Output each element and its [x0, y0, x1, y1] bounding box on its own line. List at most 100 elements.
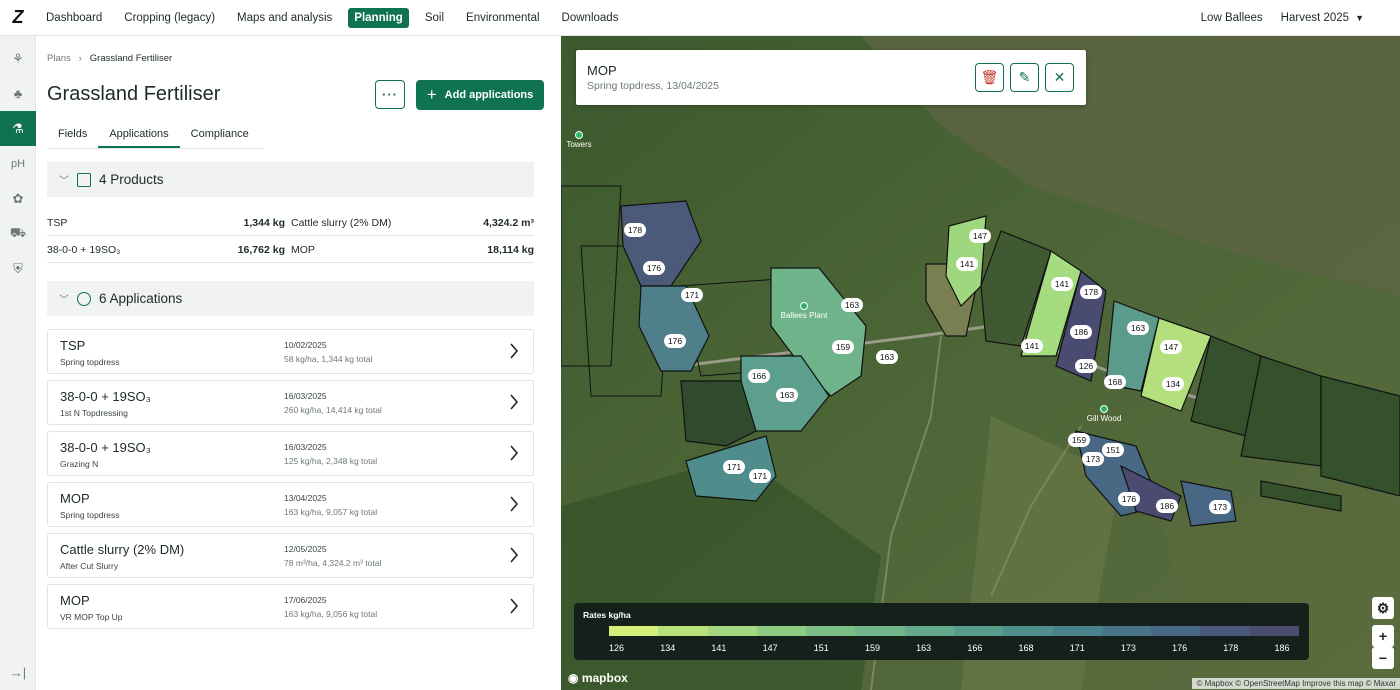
field-rate-label[interactable]: 171: [681, 288, 703, 302]
application-card[interactable]: TSP Spring topdress 10/02/2025 58 kg/ha, 1,…: [47, 329, 534, 374]
field-rate-label[interactable]: 176: [1118, 492, 1140, 506]
field-rate-label[interactable]: 141: [1021, 339, 1043, 353]
chevron-right-icon: [510, 343, 519, 359]
legend-swatch: [658, 626, 708, 636]
application-rate: 125 kg/ha, 2,348 kg total: [284, 456, 378, 466]
nav-item-cropping[interactable]: Cropping (legacy): [118, 8, 221, 28]
application-date: 17/06/2025: [284, 595, 327, 605]
edit-button[interactable]: ✎: [1010, 63, 1039, 92]
products-header[interactable]: ﹀ 4 Products: [47, 162, 534, 197]
svg-text:159: 159: [836, 342, 850, 352]
field-rate-label[interactable]: 141: [1051, 277, 1073, 291]
field-rate-label[interactable]: 134: [1162, 377, 1184, 391]
tab-compliance[interactable]: Compliance: [180, 124, 260, 148]
field-rate-label[interactable]: 163: [841, 298, 863, 312]
application-card[interactable]: Cattle slurry (2% DM) After Cut Slurry 12/…: [47, 533, 534, 578]
puzzle-icon[interactable]: ✿: [0, 181, 36, 216]
field-rate-label[interactable]: 163: [876, 350, 898, 364]
field-rate-label[interactable]: 168: [1104, 375, 1126, 389]
nav-item-soil[interactable]: Soil: [419, 8, 450, 28]
flask-icon[interactable]: ⚗: [0, 111, 36, 146]
zoom-in-button[interactable]: +: [1372, 625, 1394, 647]
tractor-icon[interactable]: ⛟: [0, 216, 36, 251]
delete-button[interactable]: 🗑: [975, 63, 1004, 92]
plan-panel: Plans › Grassland Fertiliser Grassland F…: [36, 36, 561, 690]
top-navigation: Z Dashboard Cropping (legacy) Maps and a…: [0, 0, 1400, 36]
tab-fields[interactable]: Fields: [47, 124, 98, 148]
field-rate-label[interactable]: 178: [624, 223, 646, 237]
nav-item-downloads[interactable]: Downloads: [556, 8, 625, 28]
field-rate-label[interactable]: 186: [1070, 325, 1092, 339]
legend-swatch: [1101, 626, 1152, 636]
application-name: 38-0-0 + 19SO₃: [60, 440, 151, 455]
crop-icon[interactable]: ⚘: [0, 41, 36, 76]
applications-header[interactable]: ﹀ 6 Applications: [47, 281, 534, 316]
mapbox-label: mapbox: [581, 671, 628, 685]
legend-swatch: [609, 626, 659, 636]
tab-applications[interactable]: Applications: [98, 124, 180, 148]
legend-tick: 141: [711, 643, 727, 653]
application-card[interactable]: MOP Spring topdress 13/04/2025 163 kg/ha, 9…: [47, 482, 534, 527]
legend-tick: 171: [1069, 643, 1085, 653]
satellite-map[interactable]: 1781761711761631591631661631711711471411…: [561, 36, 1400, 690]
field-rate-label[interactable]: 176: [664, 334, 686, 348]
field-rate-label[interactable]: 141: [956, 257, 978, 271]
mapbox-logo[interactable]: ◉ mapbox: [568, 671, 628, 685]
legend-tick: 186: [1274, 643, 1290, 653]
sprout-icon[interactable]: ♣: [0, 76, 36, 111]
collapse-icon[interactable]: →|: [0, 665, 36, 680]
svg-text:141: 141: [960, 259, 974, 269]
field-rate-label[interactable]: 159: [1068, 433, 1090, 447]
field-rate-label[interactable]: 173: [1082, 452, 1104, 466]
svg-text:163: 163: [880, 352, 894, 362]
field-rate-label[interactable]: 178: [1080, 285, 1102, 299]
nav-item-maps[interactable]: Maps and analysis: [231, 8, 338, 28]
harvest-selector[interactable]: Harvest 2025 ▼: [1281, 12, 1382, 24]
application-rate: 260 kg/ha, 14,414 kg total: [284, 405, 382, 415]
svg-text:178: 178: [628, 225, 642, 235]
field-rate-label[interactable]: 126: [1075, 359, 1097, 373]
field-rate-label[interactable]: 147: [969, 229, 991, 243]
application-card[interactable]: MOP VR MOP Top Up 17/06/2025 163 kg/ha, 9,0…: [47, 584, 534, 629]
application-card[interactable]: 38-0-0 + 19SO₃ Grazing N 16/03/2025 125 kg/…: [47, 431, 534, 476]
field-rate-label[interactable]: 186: [1156, 499, 1178, 513]
legend-swatch: [1200, 626, 1250, 636]
nav-item-planning[interactable]: Planning: [348, 7, 409, 28]
field-rate-label[interactable]: 171: [723, 460, 745, 474]
breadcrumb: Plans › Grassland Fertiliser: [47, 53, 172, 64]
application-popup: MOP Spring topdress, 13/04/2025 🗑 ✎ ✕: [576, 50, 1086, 105]
field-rate-label[interactable]: 173: [1209, 500, 1231, 514]
field-rate-label[interactable]: 163: [776, 388, 798, 402]
breadcrumb-plans[interactable]: Plans: [47, 53, 71, 64]
shield-icon[interactable]: ⛨: [0, 251, 36, 286]
zoom-out-button[interactable]: −: [1372, 647, 1394, 669]
field-rate-label[interactable]: 163: [1127, 321, 1149, 335]
map[interactable]: 178 176 171 176 163 159 163 166 163 171 171 147 141 1…: [561, 36, 1400, 690]
logo[interactable]: Z: [0, 0, 36, 36]
svg-text:134: 134: [1166, 379, 1180, 389]
map-attribution[interactable]: © Mapbox © OpenStreetMap Improve this ma…: [1192, 678, 1400, 689]
field-rate-label[interactable]: 166: [748, 369, 770, 383]
more-options-button[interactable]: ···: [375, 80, 405, 109]
harvest-label: Harvest 2025: [1280, 12, 1350, 24]
field-rate-label[interactable]: 159: [832, 340, 854, 354]
legend-ticks: 126 134 141 147 151 159 163 166 168 171 173 176 178 1…: [609, 643, 1326, 653]
close-button[interactable]: ✕: [1045, 63, 1074, 92]
svg-text:168: 168: [1108, 377, 1122, 387]
applications-heading: 6 Applications: [99, 291, 183, 306]
field-rate-label[interactable]: 176: [643, 261, 665, 275]
farm-selector[interactable]: Low Ballees: [1201, 12, 1263, 24]
chevron-right-icon: ›: [73, 53, 88, 64]
application-card[interactable]: 38-0-0 + 19SO₃ 1st N Topdressing 16/03/202…: [47, 380, 534, 425]
field-rate-label[interactable]: 147: [1160, 340, 1182, 354]
nav-item-environmental[interactable]: Environmental: [460, 8, 546, 28]
map-settings-button[interactable]: ⚙: [1372, 597, 1394, 619]
nav-item-dashboard[interactable]: Dashboard: [40, 8, 108, 28]
field-rate-label[interactable]: 171: [749, 469, 771, 483]
chevron-down-icon: ﹀: [59, 176, 69, 187]
field-rate-label[interactable]: 151: [1102, 443, 1124, 457]
ph-icon[interactable]: pH: [0, 146, 36, 181]
add-applications-button[interactable]: + Add applications: [416, 80, 544, 110]
chevron-down-icon: ﹀: [59, 295, 69, 306]
plus-icon: +: [426, 85, 437, 104]
